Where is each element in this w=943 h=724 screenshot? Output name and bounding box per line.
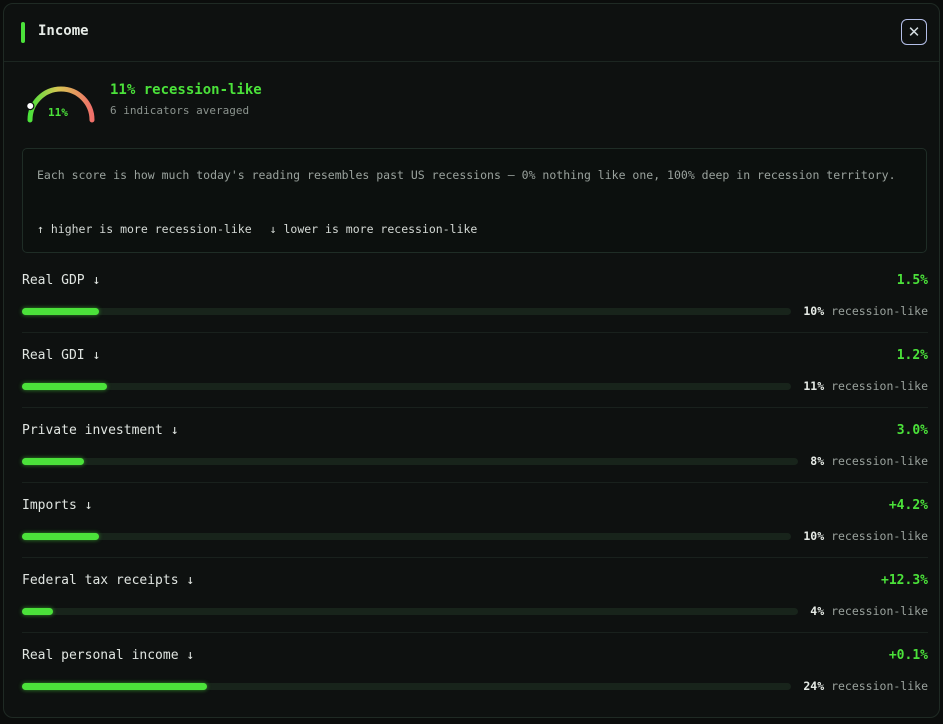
score-fill — [22, 458, 85, 465]
gauge-icon — [26, 86, 95, 123]
score-suffix: recession-like — [831, 379, 928, 393]
score-percent: 24% — [803, 679, 825, 693]
indicator-row[interactable]: Private investment ↓ 3.0% 8% recession-lik… — [22, 408, 928, 483]
score-suffix: recession-like — [831, 529, 928, 543]
panel-title: Income — [38, 23, 89, 39]
indicator-row[interactable]: Federal tax receipts ↓ +12.3% 4% recession… — [22, 558, 928, 633]
indicator-value: +4.2% — [888, 498, 928, 513]
indicator-label: Private investment ↓ — [22, 423, 179, 438]
recession-score: 24% recession-like — [803, 679, 928, 693]
indicator-row[interactable]: Real personal income ↓ +0.1% 24% recession… — [22, 633, 928, 707]
indicator-value: 1.5% — [896, 273, 928, 288]
indicator-label: Real personal income ↓ — [22, 648, 195, 663]
score-suffix: recession-like — [831, 604, 928, 618]
indicator-value: 1.2% — [896, 348, 928, 363]
score-percent: 10% — [803, 304, 825, 318]
score-percent: 10% — [803, 529, 825, 543]
recession-score: 10% recession-like — [803, 304, 928, 318]
score-percent: 4% — [810, 604, 825, 618]
indicator-value: +12.3% — [881, 573, 928, 588]
score-track — [22, 308, 791, 315]
gauge-marker — [26, 101, 35, 111]
summary-title: 11% recession-like — [110, 82, 262, 98]
score-track — [22, 383, 791, 390]
score-fill — [22, 533, 99, 540]
info-box: Each score is how much today's reading r… — [22, 148, 927, 253]
indicator-value: 3.0% — [896, 423, 928, 438]
score-track — [22, 533, 791, 540]
close-icon: ✕ — [907, 22, 921, 41]
score-percent: 11% — [803, 379, 825, 393]
recession-gauge: 11% — [24, 80, 98, 128]
legend-down: ↓ lower is more recession-like — [269, 222, 478, 236]
indicator-list: Real GDP ↓ 1.5% 10% recession-like Real GDI… — [22, 258, 928, 707]
indicator-value: +0.1% — [888, 648, 928, 663]
score-track — [22, 458, 798, 465]
indicator-row[interactable]: Real GDP ↓ 1.5% 10% recession-like — [22, 258, 928, 333]
income-panel: Income ✕ 11% 11% recession-like 6 indica… — [3, 3, 940, 718]
indicator-label: Imports ↓ — [22, 498, 93, 513]
summary-subtitle: 6 indicators averaged — [110, 104, 250, 117]
score-suffix: recession-like — [831, 304, 928, 318]
score-fill — [22, 608, 54, 615]
score-percent: 8% — [810, 454, 825, 468]
accent-bar — [21, 22, 25, 43]
score-suffix: recession-like — [831, 454, 928, 468]
gauge-value: 11% — [48, 106, 68, 119]
indicator-label: Real GDI ↓ — [22, 348, 101, 363]
recession-score: 10% recession-like — [803, 529, 928, 543]
panel-header: Income ✕ — [4, 4, 939, 62]
score-suffix: recession-like — [831, 679, 928, 693]
indicator-label: Federal tax receipts ↓ — [22, 573, 195, 588]
recession-score: 4% recession-like — [810, 604, 928, 618]
recession-score: 11% recession-like — [803, 379, 928, 393]
recession-score: 8% recession-like — [810, 454, 928, 468]
score-fill — [22, 683, 207, 690]
score-track — [22, 683, 791, 690]
indicator-label: Real GDP ↓ — [22, 273, 101, 288]
score-fill — [22, 383, 107, 390]
direction-legend: ↑ higher is more recession-like ↓ lower i… — [37, 222, 477, 236]
score-track — [22, 608, 798, 615]
score-fill — [22, 308, 99, 315]
close-button[interactable]: ✕ — [901, 19, 927, 45]
info-text: Each score is how much today's reading r… — [37, 168, 896, 182]
indicator-row[interactable]: Imports ↓ +4.2% 10% recession-like — [22, 483, 928, 558]
legend-up: ↑ higher is more recession-like — [37, 222, 252, 236]
indicator-row[interactable]: Real GDI ↓ 1.2% 11% recession-like — [22, 333, 928, 408]
